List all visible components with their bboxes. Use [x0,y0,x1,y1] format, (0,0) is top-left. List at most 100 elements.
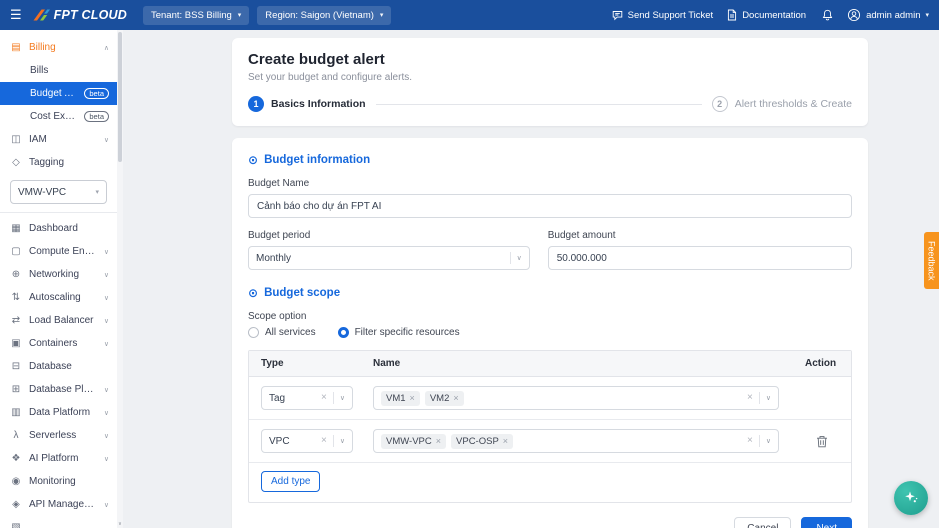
clear-icon[interactable]: × [321,436,327,446]
chat-assistant-button[interactable] [894,481,928,515]
feedback-tab[interactable]: Feedback [924,232,939,289]
radio-all-services[interactable]: All services [248,327,316,338]
sidebar-item-data-platform[interactable]: ▥ Data Platform ∨ [0,401,117,424]
sidebar-item-label: IAM [29,134,97,145]
monitoring-icon: ◉ [10,476,22,487]
table-row: Tag × ∨ VM1 [249,377,851,420]
sidebar-item-load-balancer[interactable]: ⇄ Load Balancer ∨ [0,309,117,332]
type-select[interactable]: Tag × ∨ [261,386,353,410]
sidebar-item-tagging[interactable]: ◇ Tagging [0,151,117,174]
containers-icon: ▣ [10,338,22,349]
fpt-cloud-logo[interactable]: FPT CLOUD [32,8,127,22]
vpc-select[interactable]: VMW-VPC ▾ [10,180,107,204]
sidebar-item-iam[interactable]: ◫ IAM ∨ [0,128,117,151]
sidebar-scrollbar[interactable]: ∨ [117,30,123,528]
chevron-up-icon: ∧ [104,44,109,52]
sidebar-item-monitoring[interactable]: ◉ Monitoring [0,470,117,493]
chevron-down-icon: ∨ [104,386,109,394]
select-divider [759,435,760,447]
budget-period-select[interactable]: Monthly ∨ [248,246,530,270]
clear-icon[interactable]: × [321,393,327,403]
action-cell [805,435,839,448]
sidebar-item-label: Compute Engine [29,246,97,257]
step-alert-thresholds[interactable]: 2 Alert thresholds & Create [712,96,852,112]
budget-information-heading: ⊙ Budget information [248,153,852,167]
sidebar-nav: ▤ Billing ∧ Bills Budget Alert beta Cost… [0,30,123,528]
chevron-down-icon: ∨ [104,136,109,144]
clear-icon[interactable]: × [747,393,753,403]
section-icon: ⊙ [248,153,258,167]
cancel-button[interactable]: Cancel [734,517,791,528]
notifications-bell-icon[interactable] [822,9,833,21]
add-type-button[interactable]: Add type [261,471,320,492]
sidebar-item-serverless[interactable]: λ Serverless ∨ [0,424,117,447]
type-select-value: VPC [269,436,290,447]
next-button[interactable]: Next [801,517,852,528]
remove-chip-icon[interactable]: × [410,394,415,403]
clear-icon[interactable]: × [747,436,753,446]
budget-name-input[interactable] [248,194,852,218]
sidebar-item-clipped[interactable]: ▧ [0,516,117,528]
table-row: VPC × ∨ VMW-VPC [249,420,851,463]
page-subtitle: Set your budget and configure alerts. [248,72,852,83]
send-support-ticket-link[interactable]: Send Support Ticket [612,10,714,21]
select-divider [333,435,334,447]
sidebar-item-dashboard[interactable]: ▦ Dashboard [0,217,117,240]
sidebar-item-label: Billing [29,42,97,53]
sidebar-item-label: Containers [29,338,97,349]
scope-options: All services Filter specific resources [248,327,852,338]
budget-name-label: Budget Name [248,178,852,189]
scroll-down-icon[interactable]: ∨ [117,521,123,527]
type-select[interactable]: VPC × ∨ [261,429,353,453]
radio-filter-specific-resources[interactable]: Filter specific resources [338,327,460,338]
region-selector[interactable]: Region: Saigon (Vietnam) ▾ [257,6,391,25]
clipped-item-icon: ▧ [10,522,22,528]
menu-icon[interactable]: ☰ [0,0,32,30]
sidebar-item-cost-explorer[interactable]: Cost Explorer beta [0,105,117,128]
sidebar-item-networking[interactable]: ⊕ Networking ∨ [0,263,117,286]
vpc-select-value: VMW-VPC [18,187,66,198]
sidebar-item-database-platform[interactable]: ⊞ Database Platform ∨ [0,378,117,401]
billing-icon: ▤ [10,42,22,53]
user-name: admin admin [866,10,920,21]
caret-down-icon: ▾ [95,188,99,196]
chevron-down-icon: ∨ [104,340,109,348]
step-number: 2 [712,96,728,112]
beta-badge: beta [84,88,109,99]
sidebar-item-label: Networking [29,269,97,280]
documentation-link[interactable]: Documentation [727,9,806,21]
remove-chip-icon[interactable]: × [503,437,508,446]
ai-platform-icon: ❖ [10,453,22,464]
compute-engine-icon: ▢ [10,246,22,257]
sidebar-item-database[interactable]: ⊟ Database [0,355,117,378]
select-divider [333,392,334,404]
sidebar-item-compute-engine[interactable]: ▢ Compute Engine ∨ [0,240,117,263]
autoscaling-icon: ⇅ [10,292,22,303]
sidebar-item-label: Data Platform [29,407,97,418]
tenant-selector[interactable]: Tenant: BSS Billing ▾ [143,6,249,25]
sidebar-item-containers[interactable]: ▣ Containers ∨ [0,332,117,355]
select-divider [510,252,511,264]
budget-amount-input[interactable] [548,246,852,270]
scrollbar-thumb[interactable] [118,32,122,162]
sidebar-item-ai-platform[interactable]: ❖ AI Platform ∨ [0,447,117,470]
name-multiselect[interactable]: VMW-VPC × VPC-OSP × × [373,429,779,453]
caret-down-icon: ▾ [380,11,384,19]
sidebar-item-autoscaling[interactable]: ⇅ Autoscaling ∨ [0,286,117,309]
serverless-icon: λ [10,430,22,441]
user-menu[interactable]: admin admin ▾ [847,8,929,22]
sidebar-item-budget-alert[interactable]: Budget Alert beta [0,82,117,105]
sidebar-item-bills[interactable]: Bills [0,59,117,82]
chevron-down-icon: ∨ [104,317,109,325]
sidebar-item-label: AI Platform [29,453,97,464]
remove-chip-icon[interactable]: × [436,437,441,446]
sidebar-item-api-management[interactable]: ◈ API Management ∨ [0,493,117,516]
support-ticket-icon [612,10,623,21]
name-multiselect[interactable]: VM1 × VM2 × × ∨ [373,386,779,410]
remove-chip-icon[interactable]: × [453,394,458,403]
step-basics-information[interactable]: 1 Basics Information [248,96,366,112]
region-label: Region: Saigon (Vietnam) [265,10,374,21]
sidebar-item-billing[interactable]: ▤ Billing ∧ [0,36,117,59]
delete-row-icon[interactable] [816,435,828,448]
sidebar-item-label: Database [29,361,102,372]
